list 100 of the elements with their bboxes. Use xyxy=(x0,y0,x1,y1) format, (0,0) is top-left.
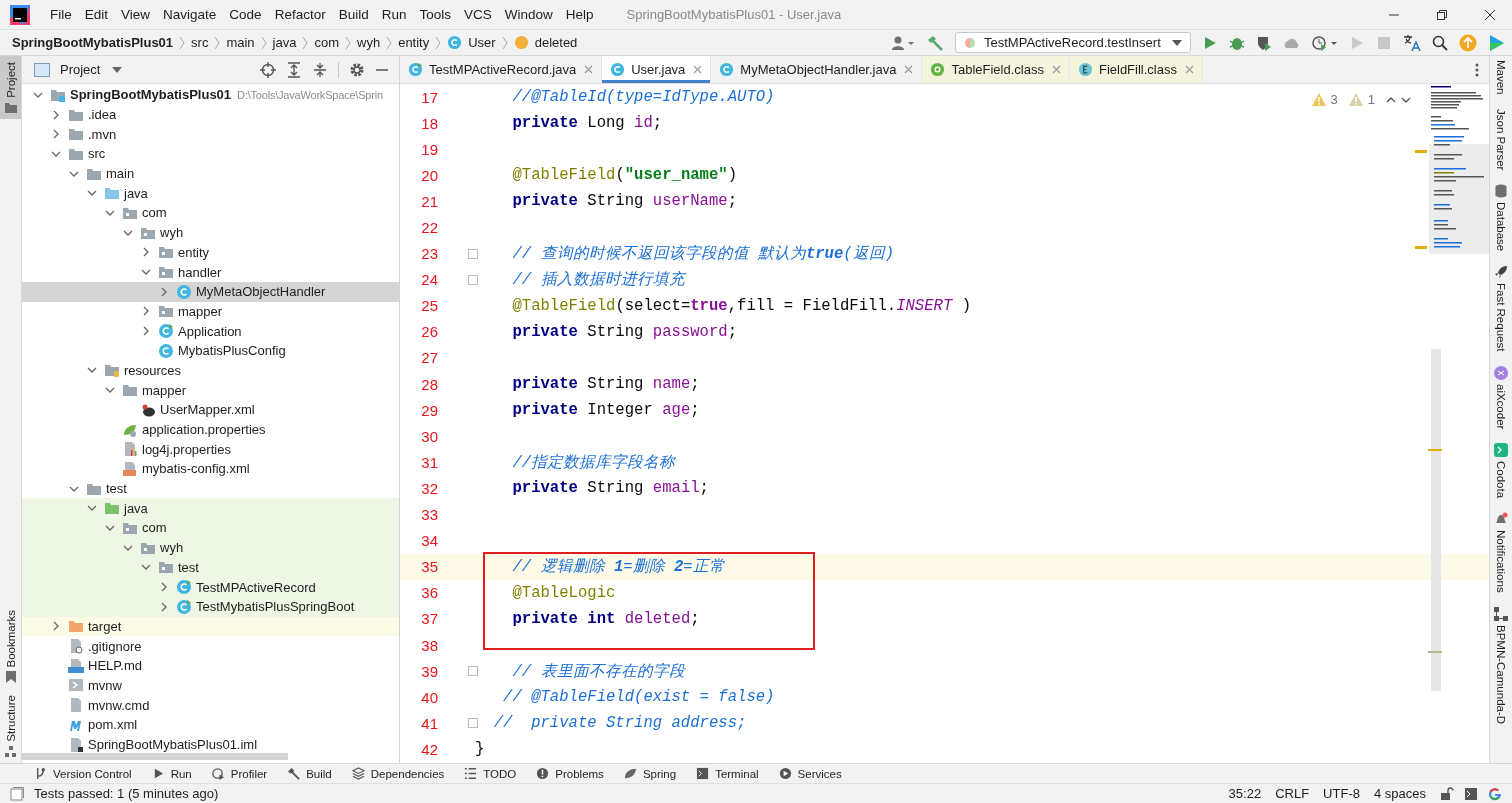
clock-icon[interactable] xyxy=(1312,34,1338,51)
tree-item[interactable]: log4j.properties xyxy=(22,439,399,460)
tree-item[interactable]: java xyxy=(22,498,399,519)
terminal-icon[interactable] xyxy=(1464,786,1478,801)
menu-item[interactable]: Help xyxy=(559,7,600,22)
tree-item[interactable]: wyh xyxy=(22,222,399,243)
tree-item[interactable]: mvnw.cmd xyxy=(22,695,399,715)
breadcrumb[interactable]: src xyxy=(191,35,209,50)
tool-window-tab[interactable]: Maven xyxy=(1495,60,1507,95)
menu-item[interactable]: Edit xyxy=(78,7,115,22)
editor-tab[interactable]: FieldFill.class xyxy=(1069,56,1203,83)
tree-item[interactable]: com xyxy=(22,518,399,538)
tool-window-tab[interactable]: BPMN-Camunda-D xyxy=(1494,606,1508,724)
g-logo-icon[interactable] xyxy=(1488,786,1502,801)
chevron-right-icon[interactable] xyxy=(51,109,61,120)
restore-icon[interactable] xyxy=(1436,8,1448,21)
tree-item[interactable]: UserMapper.xml xyxy=(22,400,399,420)
chevron-right-icon[interactable] xyxy=(141,326,151,337)
breadcrumb[interactable]: deleted xyxy=(534,35,578,50)
tree-item[interactable]: .gitignore xyxy=(22,636,399,656)
tree-item[interactable]: com xyxy=(22,203,399,223)
tree-item[interactable]: TestMPActiveRecord xyxy=(22,577,399,597)
status-item[interactable]: UTF-8 xyxy=(1323,786,1360,801)
tool-window-tab[interactable]: Bookmarks xyxy=(0,603,21,690)
tool-window-button[interactable]: Dependencies xyxy=(351,767,445,780)
tool-window-tab[interactable]: Database xyxy=(1494,183,1508,252)
settings-icon[interactable] xyxy=(349,61,365,78)
run-icon[interactable] xyxy=(1202,34,1218,51)
tool-window-button[interactable]: Services xyxy=(778,767,842,780)
tool-window-button[interactable]: Run xyxy=(151,767,192,780)
editor-tab[interactable]: TableField.class xyxy=(922,56,1070,83)
menu-item[interactable]: Tools xyxy=(413,7,457,22)
breadcrumb[interactable]: main xyxy=(226,35,255,50)
chevron-down-icon[interactable] xyxy=(1401,95,1411,104)
hammer-icon[interactable] xyxy=(926,33,944,52)
breadcrumb[interactable]: java xyxy=(272,35,297,50)
menu-item[interactable]: View xyxy=(115,7,157,22)
expand-all-icon[interactable] xyxy=(286,61,302,78)
scrollbar[interactable] xyxy=(1431,349,1441,691)
menu-item[interactable]: VCS xyxy=(458,7,498,22)
status-item[interactable]: CRLF xyxy=(1275,786,1310,801)
menu-item[interactable]: Code xyxy=(223,7,268,22)
tool-window-button[interactable]: Terminal xyxy=(696,767,759,780)
tree-item[interactable]: test xyxy=(22,478,399,499)
chevron-right-icon[interactable] xyxy=(159,286,169,297)
tool-window-tab[interactable]: Json Parser xyxy=(1495,108,1507,170)
tool-window-tab[interactable]: Project xyxy=(0,56,21,119)
tree-item[interactable]: HELP.md xyxy=(22,655,399,676)
tree-item[interactable]: wyh xyxy=(22,537,399,558)
breadcrumb[interactable]: User xyxy=(468,35,496,50)
status-item[interactable]: 4 spaces xyxy=(1373,786,1426,801)
translate-icon[interactable] xyxy=(1403,33,1421,52)
scrollbar[interactable] xyxy=(22,753,288,760)
more-icon[interactable] xyxy=(1475,62,1479,77)
tool-window-button[interactable]: Build xyxy=(287,767,332,780)
user-icon[interactable] xyxy=(891,34,915,51)
tree-item[interactable]: SpringBootMybatisPlus01 D:\Tools\JavaWorkSpace\Sprin xyxy=(22,85,399,105)
run-configuration-dropdown[interactable]: TestMPActiveRecord.testInsert xyxy=(955,32,1191,53)
chevron-right-icon[interactable] xyxy=(159,601,169,612)
tool-window-button[interactable]: Profiler xyxy=(211,767,268,780)
breadcrumb[interactable]: com xyxy=(314,35,340,50)
tool-window-tab[interactable]: Structure xyxy=(0,689,21,763)
menu-item[interactable]: Window xyxy=(498,7,559,22)
breadcrumb[interactable]: wyh xyxy=(357,35,381,50)
chevron-right-icon[interactable] xyxy=(141,306,151,317)
crosshair-icon[interactable] xyxy=(260,61,276,78)
menu-item[interactable]: Build xyxy=(332,7,375,22)
project-view-dropdown[interactable]: Project xyxy=(60,62,123,77)
tree-item[interactable]: main xyxy=(22,163,399,184)
status-item[interactable]: 35:22 xyxy=(1228,786,1262,801)
chevron-up-icon[interactable] xyxy=(1386,95,1396,104)
tree-item[interactable]: pom.xml xyxy=(22,715,399,735)
tree-item[interactable]: target xyxy=(22,616,399,637)
tree-item[interactable]: .idea xyxy=(22,104,399,125)
tool-window-button[interactable]: TODO xyxy=(464,767,517,780)
search-icon[interactable] xyxy=(1432,34,1448,51)
menu-item[interactable]: Refactor xyxy=(268,7,332,22)
tool-window-button[interactable]: Problems xyxy=(536,767,604,780)
chevron-right-icon[interactable] xyxy=(141,247,151,258)
tree-item[interactable]: Application xyxy=(22,321,399,341)
menu-item[interactable]: Run xyxy=(375,7,413,22)
shield-icon[interactable] xyxy=(1256,34,1272,51)
tree-item[interactable]: MyMetaObjectHandler xyxy=(22,281,399,302)
tree-item[interactable]: mapper xyxy=(22,380,399,400)
tree-item[interactable]: mybatis-config.xml xyxy=(22,459,399,479)
tree-item[interactable]: src xyxy=(22,144,399,164)
editor-tab[interactable]: User.java xyxy=(602,56,712,83)
tree-item[interactable]: SpringBootMybatisPlus01.iml xyxy=(22,734,399,755)
status-message[interactable]: Tests passed: 1 (5 minutes ago) xyxy=(34,786,219,801)
chevron-right-icon[interactable] xyxy=(159,582,169,593)
square-icon[interactable] xyxy=(10,786,24,801)
tool-window-tab[interactable]: Fast Request xyxy=(1494,265,1508,352)
lock-icon[interactable] xyxy=(1440,786,1454,801)
breadcrumb[interactable]: entity xyxy=(398,35,430,50)
chevron-right-icon[interactable] xyxy=(51,129,61,140)
tool-window-tab[interactable]: Codota xyxy=(1494,442,1508,498)
close-icon[interactable] xyxy=(1484,8,1496,21)
tree-item[interactable]: test xyxy=(22,557,399,578)
tree-item[interactable]: java xyxy=(22,183,399,204)
menu-item[interactable]: Navigate xyxy=(157,7,223,22)
